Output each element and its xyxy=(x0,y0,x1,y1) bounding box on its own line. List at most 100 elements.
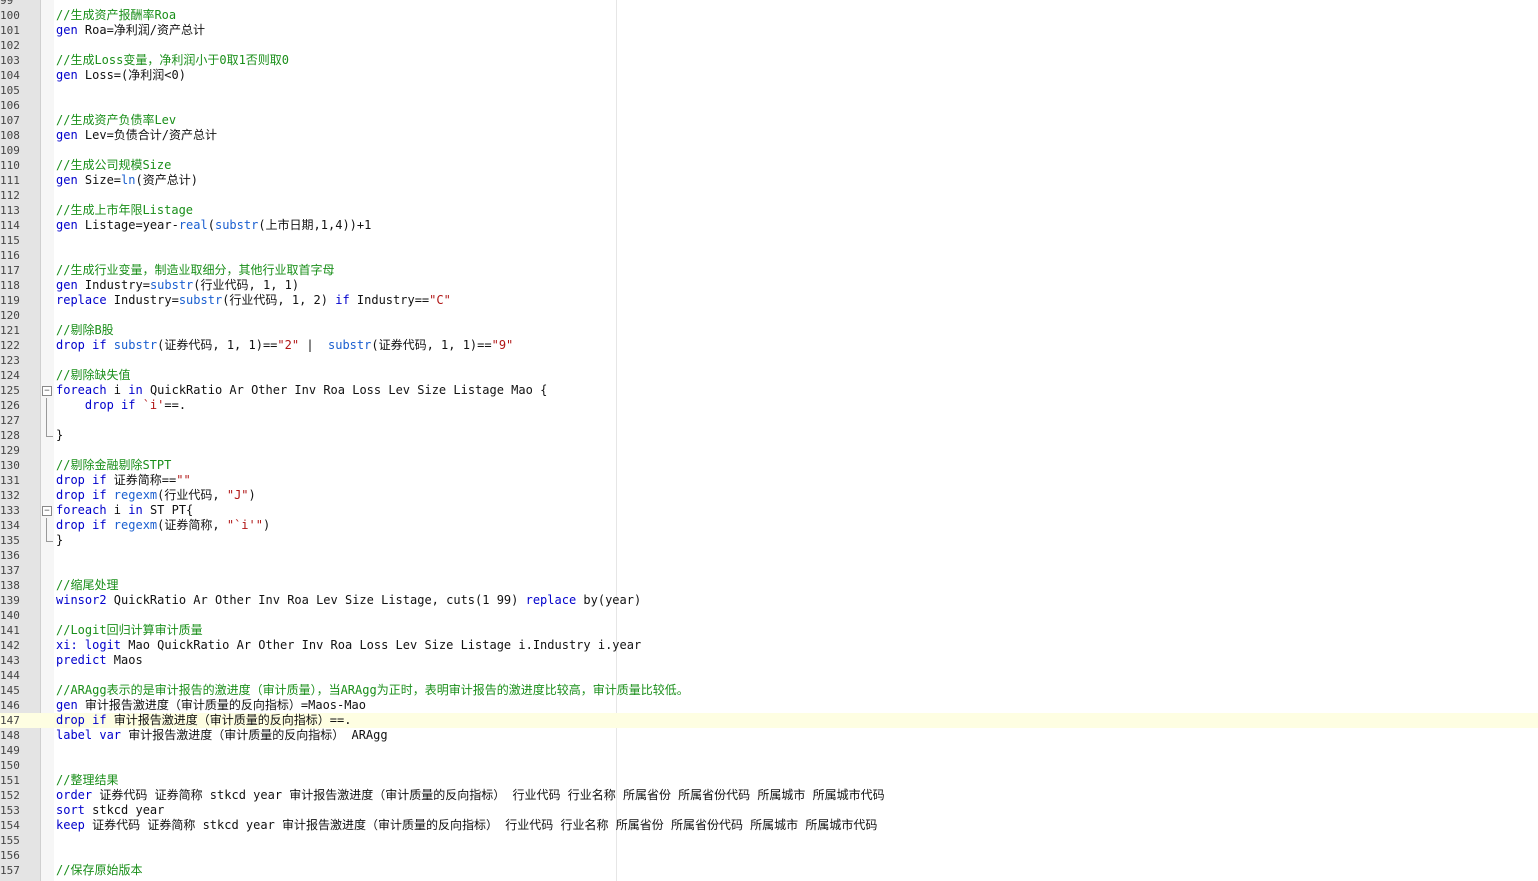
code-line[interactable]: 106 xyxy=(0,98,1538,113)
code-line[interactable]: 146 gen 审计报告激进度（审计质量的反向指标）=Maos-Mao xyxy=(0,698,1538,713)
code-line[interactable]: 138 //缩尾处理 xyxy=(0,578,1538,593)
line-code: replace Industry=substr(行业代码, 1, 2) if I… xyxy=(56,293,451,308)
code-line[interactable]: 131 drop if 证券简称=="" xyxy=(0,473,1538,488)
code-line[interactable]: 136 xyxy=(0,548,1538,563)
line-number: 118 xyxy=(0,279,20,292)
code-line[interactable]: 132 drop if regexm(行业代码, "J") xyxy=(0,488,1538,503)
code-line[interactable]: 117 //生成行业变量，制造业取细分，其他行业取首字母 xyxy=(0,263,1538,278)
code-line[interactable]: 116 xyxy=(0,248,1538,263)
code-line[interactable]: 139 winsor2 QuickRatio Ar Other Inv Roa L… xyxy=(0,593,1538,608)
line-number: 144 xyxy=(0,669,20,682)
code-line[interactable]: 148 label var 审计报告激进度（审计质量的反向指标） ARAgg xyxy=(0,728,1538,743)
code-line[interactable]: 105 xyxy=(0,83,1538,98)
code-line[interactable]: 121 //剔除B股 xyxy=(0,323,1538,338)
code-token: regexm xyxy=(113,518,158,532)
code-line[interactable]: 119 replace Industry=substr(行业代码, 1, 2) i… xyxy=(0,293,1538,308)
code-line[interactable]: 128} xyxy=(0,428,1538,443)
code-line[interactable]: 137 xyxy=(0,563,1538,578)
code-token: drop if xyxy=(56,518,114,532)
line-number: 140 xyxy=(0,609,20,622)
code-line[interactable]: 154 keep 证券代码 证券简称 stkcd year 审计报告激进度（审计质… xyxy=(0,818,1538,833)
code-token: xi: logit xyxy=(56,638,129,652)
code-line[interactable]: 120 xyxy=(0,308,1538,323)
line-number: 154 xyxy=(0,819,20,832)
code-line[interactable]: 151 //整理结果 xyxy=(0,773,1538,788)
line-code: sort stkcd year xyxy=(56,803,164,818)
code-line[interactable]: 118 gen Industry=substr(行业代码, 1, 1) xyxy=(0,278,1538,293)
code-line[interactable]: 144 xyxy=(0,668,1538,683)
code-line[interactable]: 134 drop if regexm(证券简称, "`i'") xyxy=(0,518,1538,533)
code-line[interactable]: 100 //生成资产报酬率Roa xyxy=(0,8,1538,23)
code-line[interactable]: 115 xyxy=(0,233,1538,248)
line-code: drop if `i'==. xyxy=(56,398,186,413)
code-token: 证券代码 证券简称 stkcd year 审计报告激进度（审计质量的反向指标） … xyxy=(99,788,885,802)
code-line[interactable]: 155 xyxy=(0,833,1538,848)
line-number: 132 xyxy=(0,489,20,502)
code-line[interactable]: 99 xyxy=(0,0,1538,8)
code-line[interactable]: 153 sort stkcd year xyxy=(0,803,1538,818)
line-number: 109 xyxy=(0,144,20,157)
code-token: stkcd year xyxy=(92,803,165,817)
code-line[interactable]: 145 //ARAgg表示的是审计报告的激进度（审计质量），当ARAgg为正时，表… xyxy=(0,683,1538,698)
code-line[interactable]: 122 drop if substr(证券代码, 1, 1)=="2" | sub… xyxy=(0,338,1538,353)
code-line[interactable]: 126 drop if `i'==. xyxy=(0,398,1538,413)
line-code: xi: logit Mao QuickRatio Ar Other Inv Ro… xyxy=(56,638,641,653)
code-token: ln xyxy=(121,173,136,187)
code-token: (行业代码, 1, 1) xyxy=(193,278,300,292)
code-token: Maos xyxy=(113,653,143,667)
code-line[interactable]: 104 gen Loss=(净利润<0) xyxy=(0,68,1538,83)
code-line[interactable]: 142 xi: logit Mao QuickRatio Ar Other Inv… xyxy=(0,638,1538,653)
code-line[interactable]: 114 gen Listage=year-real(substr(上市日期,1,4… xyxy=(0,218,1538,233)
line-number: 122 xyxy=(0,339,20,352)
code-line[interactable]: 140 xyxy=(0,608,1538,623)
code-line[interactable]: 135} xyxy=(0,533,1538,548)
code-line[interactable]: 127 xyxy=(0,413,1538,428)
line-number: 135 xyxy=(0,534,20,547)
line-number: 136 xyxy=(0,549,20,562)
line-number: 111 xyxy=(0,174,20,187)
line-code: predict Maos xyxy=(56,653,143,668)
line-number: 149 xyxy=(0,744,20,757)
code-line[interactable]: 101 gen Roa=净利润/资产总计 xyxy=(0,23,1538,38)
code-line[interactable]: 125 − foreach i in QuickRatio Ar Other Inv… xyxy=(0,383,1538,398)
code-line[interactable]: 130 //剔除金融剔除STPT xyxy=(0,458,1538,473)
code-line[interactable]: 156 xyxy=(0,848,1538,863)
code-line[interactable]: 111 gen Size=ln(资产总计) xyxy=(0,173,1538,188)
code-line[interactable]: 141 //Logit回归计算审计质量 xyxy=(0,623,1538,638)
code-line[interactable]: 113 //生成上市年限Listage xyxy=(0,203,1538,218)
line-code: foreach i in ST PT{ xyxy=(56,503,193,518)
line-code: //剔除缺失值 xyxy=(56,368,130,383)
code-token: Loss=(净利润<0) xyxy=(84,68,186,82)
code-line[interactable]: 123 xyxy=(0,353,1538,368)
code-line[interactable]: 124 //剔除缺失值 xyxy=(0,368,1538,383)
code-line[interactable]: 133 − foreach i in ST PT{ xyxy=(0,503,1538,518)
code-line[interactable]: 129 xyxy=(0,443,1538,458)
code-editor[interactable]: 99 100//生成资产报酬率Roa 101 gen Roa=净利润/资产总计 102 1… xyxy=(0,0,1538,881)
code-token: real xyxy=(178,218,208,232)
code-token: drop if xyxy=(56,338,114,352)
code-line[interactable]: 110 //生成公司规模Size xyxy=(0,158,1538,173)
code-line[interactable]: 102 xyxy=(0,38,1538,53)
line-code: //ARAgg表示的是审计报告的激进度（审计质量），当ARAgg为正时，表明审计… xyxy=(56,683,689,698)
line-code: drop if 审计报告激进度（审计质量的反向指标）==. xyxy=(56,713,351,728)
code-line[interactable]: 112 xyxy=(0,188,1538,203)
code-token: Industry= xyxy=(84,278,150,292)
code-line[interactable]: 107 //生成资产负债率Lev xyxy=(0,113,1538,128)
fold-collapse-icon[interactable]: − xyxy=(42,386,52,396)
code-line[interactable]: 108 gen Lev=负债合计/资产总计 xyxy=(0,128,1538,143)
line-number: 151 xyxy=(0,774,20,787)
line-number: 119 xyxy=(0,294,20,307)
code-token: sort xyxy=(56,803,93,817)
code-line[interactable]: 157 //保存原始版本 xyxy=(0,863,1538,878)
code-line[interactable]: 143 predict Maos xyxy=(0,653,1538,668)
code-line[interactable]: 150 xyxy=(0,758,1538,773)
code-line[interactable]: 152 order 证券代码 证券简称 stkcd year 审计报告激进度（审计… xyxy=(0,788,1538,803)
code-line[interactable]: 103 //生成Loss变量，净利润小于0取1否则取0 xyxy=(0,53,1538,68)
code-line[interactable]: 109 xyxy=(0,143,1538,158)
line-code: } xyxy=(56,533,63,548)
fold-collapse-icon[interactable]: − xyxy=(42,506,52,516)
code-token: by(year) xyxy=(583,593,642,607)
code-line[interactable]: 149 xyxy=(0,743,1538,758)
code-line[interactable]: 147 drop if 审计报告激进度（审计质量的反向指标）==. xyxy=(0,713,1538,728)
code-token: substr xyxy=(328,338,372,352)
